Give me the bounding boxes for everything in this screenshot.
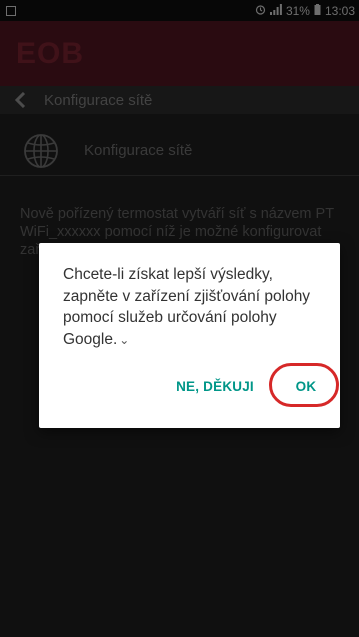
ok-button[interactable]: OK: [275, 368, 337, 404]
dialog-message: Chcete-li získat lepší výsledky, zapněte…: [63, 264, 318, 351]
no-thanks-button[interactable]: NE, DĚKUJI: [167, 368, 263, 404]
chevron-down-icon[interactable]: ⌄: [119, 330, 129, 352]
dialog-message-text: Chcete-li získat lepší výsledky, zapněte…: [63, 266, 311, 348]
location-dialog: Chcete-li získat lepší výsledky, zapněte…: [39, 243, 340, 428]
